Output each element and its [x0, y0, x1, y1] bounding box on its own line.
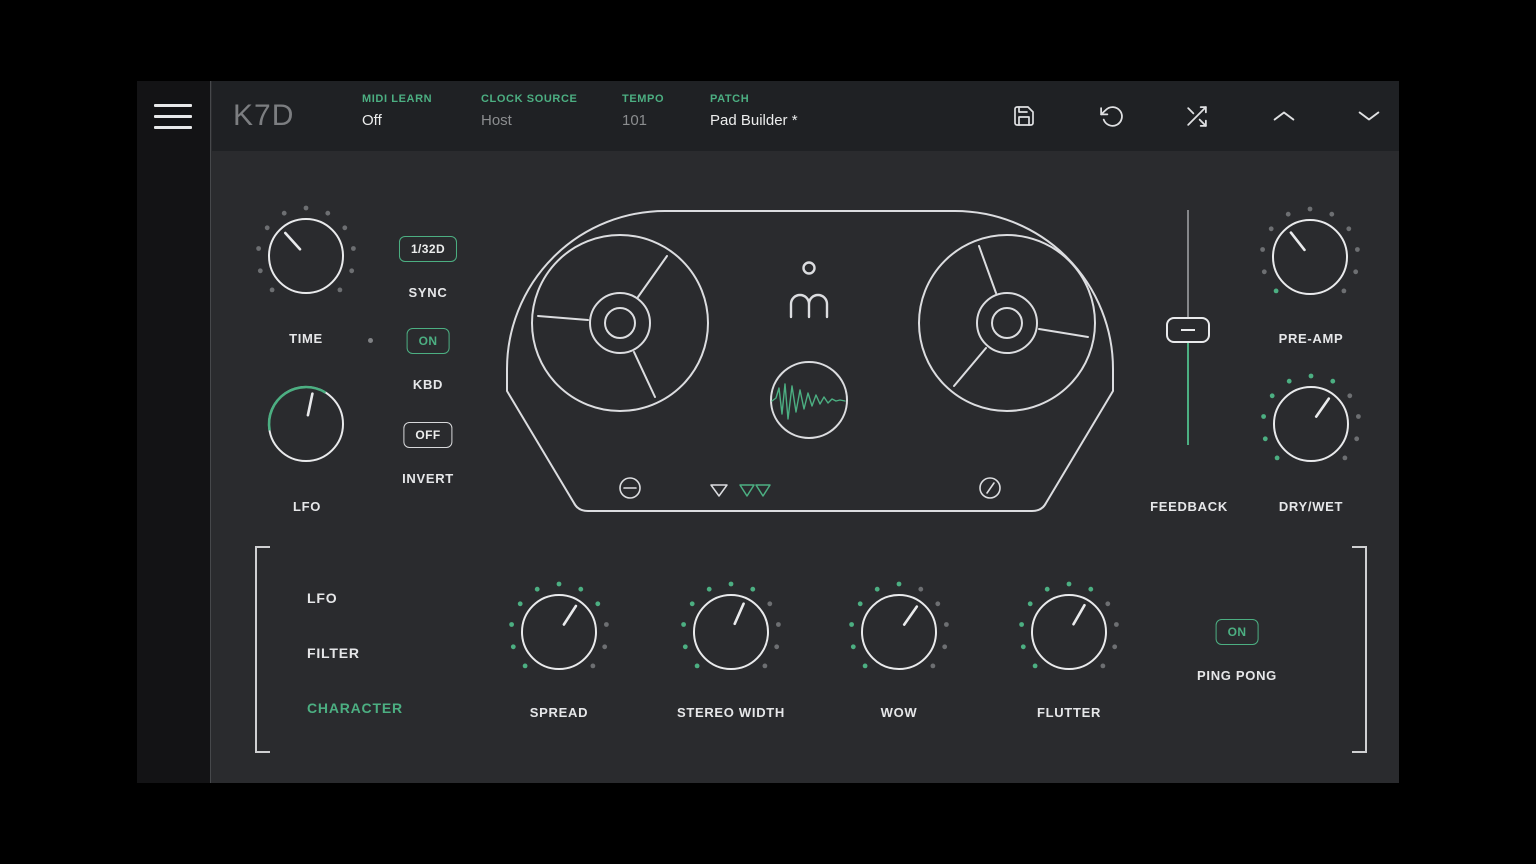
- midi-learn-value[interactable]: Off: [362, 112, 432, 129]
- flutter-label: FLUTTER: [1037, 705, 1101, 720]
- section-bracket-right: [1352, 546, 1367, 753]
- right-reel: [919, 235, 1095, 411]
- feedback-label: FEEDBACK: [1150, 499, 1228, 514]
- patch-field: PATCH Pad Builder *: [710, 93, 798, 129]
- menu-item-lfo[interactable]: LFO: [307, 590, 337, 606]
- top-bar: K7D MIDI LEARN Off CLOCK SOURCE Host TEM…: [212, 81, 1399, 151]
- undo-icon: [1098, 104, 1123, 129]
- feedback-slider-handle[interactable]: [1166, 317, 1210, 343]
- hamburger-icon: [154, 104, 192, 107]
- clock-source-value[interactable]: Host: [481, 112, 577, 129]
- preamp-knob[interactable]: [1255, 202, 1365, 312]
- patch-next-button[interactable]: [1349, 96, 1389, 136]
- menu-item-filter[interactable]: FILTER: [307, 645, 360, 661]
- stereo-width-knob[interactable]: [676, 577, 786, 687]
- tape-head-marker-icon[interactable]: [740, 485, 754, 496]
- midi-learn-field: MIDI LEARN Off: [362, 93, 432, 129]
- main-panel: TIME LFO 1/32D SYNC ON KBD OFF INVERT: [212, 151, 1399, 783]
- save-icon: [1012, 104, 1036, 128]
- waveform-display: [771, 362, 847, 438]
- lfo-knob-label: LFO: [293, 499, 321, 514]
- undo-button[interactable]: [1090, 96, 1130, 136]
- sync-value-button[interactable]: 1/32D: [399, 236, 457, 262]
- app-title: K7D: [233, 99, 294, 133]
- drywet-label: DRY/WET: [1279, 499, 1343, 514]
- stereo-width-label: STEREO WIDTH: [677, 705, 785, 720]
- menu-item-character[interactable]: CHARACTER: [307, 700, 403, 716]
- chevron-down-icon: [1355, 102, 1383, 130]
- ping-pong-label: PING PONG: [1197, 668, 1277, 683]
- drywet-knob[interactable]: [1256, 369, 1366, 479]
- chevron-up-icon: [1270, 102, 1298, 130]
- hamburger-icon: [154, 115, 192, 118]
- sync-label: SYNC: [409, 285, 448, 300]
- randomize-button[interactable]: [1176, 96, 1216, 136]
- slash-circle-icon[interactable]: [980, 478, 1000, 498]
- save-button[interactable]: [1004, 96, 1044, 136]
- kbd-led-dot: [368, 338, 373, 343]
- clock-source-field: CLOCK SOURCE Host: [481, 93, 577, 129]
- tape-deck-graphic: [500, 205, 1120, 515]
- midi-learn-label: MIDI LEARN: [362, 93, 432, 105]
- wow-label: WOW: [881, 705, 918, 720]
- wow-knob[interactable]: [844, 577, 954, 687]
- kbd-toggle-button[interactable]: ON: [407, 328, 450, 354]
- waveform-trace: [772, 384, 845, 419]
- patch-value[interactable]: Pad Builder *: [710, 112, 798, 129]
- lfo-knob[interactable]: [251, 369, 361, 479]
- tempo-label: TEMPO: [622, 93, 664, 105]
- ping-pong-toggle-button[interactable]: ON: [1216, 619, 1259, 645]
- kbd-label: KBD: [413, 377, 443, 392]
- invert-label: INVERT: [402, 471, 454, 486]
- time-knob[interactable]: [251, 201, 361, 311]
- hamburger-menu-button[interactable]: [154, 104, 192, 137]
- plugin-window: K7D MIDI LEARN Off CLOCK SOURCE Host TEM…: [137, 81, 1399, 783]
- tape-outline: [507, 211, 1113, 511]
- left-reel: [532, 235, 708, 411]
- clock-source-label: CLOCK SOURCE: [481, 93, 577, 105]
- minus-icon: [1181, 329, 1195, 331]
- feedback-track-upper[interactable]: [1187, 210, 1189, 317]
- invert-toggle-button[interactable]: OFF: [403, 422, 452, 448]
- minus-circle-icon[interactable]: [620, 478, 640, 498]
- tempo-field: TEMPO 101: [622, 93, 664, 129]
- tape-marker-icon[interactable]: [711, 485, 727, 496]
- flutter-knob[interactable]: [1014, 577, 1124, 687]
- feedback-track-lower[interactable]: [1187, 343, 1189, 445]
- preamp-label: PRE-AMP: [1279, 331, 1344, 346]
- tape-head-marker-icon[interactable]: [756, 485, 770, 496]
- hamburger-icon: [154, 126, 192, 129]
- time-label: TIME: [289, 331, 323, 346]
- tempo-value[interactable]: 101: [622, 112, 664, 129]
- patch-previous-button[interactable]: [1264, 96, 1304, 136]
- patch-label: PATCH: [710, 93, 798, 105]
- brand-logo-icon: [791, 263, 827, 318]
- shuffle-icon: [1184, 104, 1209, 129]
- left-sidebar: [137, 81, 211, 783]
- section-bracket-left: [255, 546, 270, 753]
- spread-label: SPREAD: [530, 705, 588, 720]
- spread-knob[interactable]: [504, 577, 614, 687]
